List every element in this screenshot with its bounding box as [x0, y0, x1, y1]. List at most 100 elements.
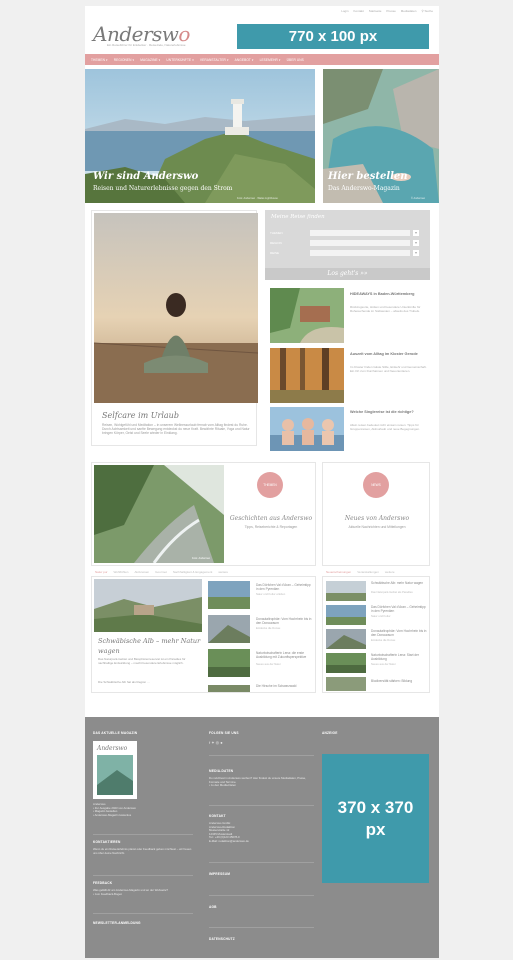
stories-card[interactable]: Foto: Anderswo THEMEN Geschichten aus An…	[91, 462, 316, 566]
feature-story-more[interactable]: Die Schwäbische Alb hat als Region …	[98, 680, 198, 684]
list-right-thumb-1[interactable]	[326, 581, 366, 601]
topnav-kontakt[interactable]: Kontakt	[354, 9, 364, 13]
list-left-title-2[interactable]: Donautaltrophäe: Vom Hochrhein bis in de…	[256, 617, 312, 625]
search-row-label: REISE	[270, 251, 280, 255]
page-container: Login Kontakt Startseite Presse Mediadat…	[85, 6, 439, 958]
list-left-thumb-4[interactable]	[208, 682, 250, 692]
footer-newsletter-heading[interactable]: NEWSLETTER-ANMELDUNG	[93, 921, 141, 925]
footer-magazine-text[interactable]: Anderswo • Zur Ausgabe 2023 von Anderswo…	[93, 802, 193, 817]
list-right-title-5[interactable]: Biodiversität stärken: Bildung	[371, 679, 427, 683]
search-themen-select[interactable]	[310, 230, 410, 236]
search-reise-select[interactable]	[310, 250, 410, 256]
topnav-start[interactable]: Startseite	[369, 9, 382, 13]
footer-datenschutz-link[interactable]: DATENSCHUTZ	[209, 937, 235, 941]
hero-left-lighthouse[interactable]: Wir sind Anderswo Reisen und Naturerlebn…	[85, 69, 315, 203]
list-left-sub-3: Neues aus der Natur	[256, 663, 281, 666]
list-image	[326, 605, 366, 625]
hero-left-credit: Foto: Anderswo · Wales Lighthouse	[237, 197, 278, 200]
tab-gourmet[interactable]: Gourmet	[155, 570, 167, 574]
nav-ueber-uns[interactable]: ÜBER UNS	[287, 58, 304, 62]
footer-agb-link[interactable]: AGB	[209, 905, 217, 909]
hero-right-magazine[interactable]: Hier bestellen Das Anderswo-Magazin © An…	[323, 69, 439, 203]
list-left-thumb-2[interactable]	[208, 615, 250, 643]
feature-story-image	[94, 579, 202, 632]
nav-regionen[interactable]: REGIONEN ▾	[114, 58, 135, 62]
list-right-title-1[interactable]: Schwäbische Alb: mehr Natur wagen	[371, 581, 427, 585]
tab-natur[interactable]: Natur pur	[95, 570, 108, 574]
trip-search-box: Meine Reise finden THEMEN ▾ REGION ▾ REI…	[265, 210, 430, 280]
chevron-down-icon[interactable]: ▾	[413, 230, 419, 236]
side-article-title-2[interactable]: Auszeit vom Alltag im Kloster Gerode	[350, 352, 430, 357]
chevron-down-icon[interactable]: ▾	[413, 240, 419, 246]
list-image	[326, 629, 366, 649]
footer-ad-heading: ANZEIGE	[322, 731, 338, 735]
list-left-sub-1: Natur und Kultur erleben	[256, 593, 286, 596]
tab-wohlfuehlen[interactable]: Wohlfühlen	[114, 570, 129, 574]
tab-aktivreisen[interactable]: Aktivreisen	[134, 570, 149, 574]
list-left-sub-2: Entdecke die Donau	[256, 627, 281, 630]
footer-divider	[209, 862, 314, 863]
search-row-reise[interactable]: REISE ▾	[270, 250, 425, 256]
tab-weitere-news[interactable]: weitere	[385, 570, 395, 574]
news-list-card: Schwäbische Alb: mehr Natur wagen Das Na…	[322, 576, 430, 693]
footer-impressum-link[interactable]: IMPRESSUM	[209, 872, 230, 876]
search-row-themen[interactable]: THEMEN ▾	[270, 230, 425, 236]
news-badge[interactable]: NEWS	[363, 472, 389, 498]
list-right-thumb-5[interactable]	[326, 677, 366, 691]
nav-lesemehr[interactable]: LESEMEHR ▾	[260, 58, 281, 62]
side-article-thumb-3[interactable]	[270, 407, 344, 451]
tab-nachhaltigkeit[interactable]: Nachhaltigkeit & Engagement	[173, 570, 213, 574]
list-right-thumb-4[interactable]	[326, 653, 366, 673]
nav-unterkuenfte[interactable]: UNTERKÜNFTE ▾	[166, 58, 194, 62]
tab-veranstaltungen[interactable]: Veranstaltungen	[357, 570, 379, 574]
footer-contact-heading: KONTAKTIEREN	[93, 840, 121, 844]
topnav-login[interactable]: Login	[341, 9, 348, 13]
topnav-mediadaten[interactable]: Mediadaten	[401, 9, 417, 13]
footer-divider	[93, 834, 193, 835]
list-left-title-3[interactable]: Naturbotschafterin Lena: die erste Ausbi…	[256, 651, 312, 659]
side-article-text-2: Im Kloster finden Gäste Stille, Einkehr …	[350, 365, 427, 373]
nav-themen[interactable]: THEMEN ▾	[91, 58, 108, 62]
magazine-cover[interactable]: Anderswo	[93, 741, 137, 799]
social-icons[interactable]: f ✦ ◎ ●	[209, 741, 223, 745]
side-article-thumb-1[interactable]	[270, 288, 344, 343]
site-footer: DAS AKTUELLE MAGAZIN Anderswo Anderswo •…	[85, 717, 439, 958]
top-ad-banner[interactable]: 770 x 100 px	[237, 24, 429, 49]
nav-veranstalter[interactable]: VERANSTALTER ▾	[200, 58, 229, 62]
news-card[interactable]: NEWS Neues von Anderswo Aktuelle Nachric…	[322, 462, 430, 566]
nav-angebot[interactable]: ANGEBOT ▾	[235, 58, 254, 62]
side-article-thumb-2[interactable]	[270, 348, 344, 403]
footer-ad-banner[interactable]: 370 x 370 px	[322, 754, 429, 883]
list-right-thumb-3[interactable]	[326, 629, 366, 649]
feature-story-card[interactable]: Schwäbische Alb – mehr Natur wagen Das N…	[91, 576, 316, 693]
tab-neuerscheinungen[interactable]: Neuerscheinungen	[326, 570, 351, 574]
side-article-title-1[interactable]: HIDEAWAYS in Baden-Württemberg	[350, 292, 430, 297]
topnav-presse[interactable]: Presse	[386, 9, 395, 13]
nav-magazine[interactable]: MAGAZINE ▾	[140, 58, 160, 62]
search-icon[interactable]: ⚲ Suche	[421, 9, 433, 13]
footer-divider	[209, 895, 314, 896]
main-article-card[interactable]: Selfcare im Urlaub Reisen, Wohlgefühl un…	[91, 210, 258, 446]
footer-media-text[interactable]: Du möchtest in Anderswo werben? Hier fin…	[209, 776, 314, 788]
hero-left-image	[85, 69, 315, 203]
list-right-thumb-2[interactable]	[326, 605, 366, 625]
footer-feedback-text[interactable]: Was gefällt dir am Anderswo-Magazin und …	[93, 888, 193, 896]
search-submit-button[interactable]: Los geht's »»	[265, 268, 430, 280]
forest-image	[270, 348, 344, 403]
stories-badge[interactable]: THEMEN	[257, 472, 283, 498]
list-left-thumb-3[interactable]	[208, 649, 250, 677]
list-left-title-4[interactable]: Die Hirsche im Schwarzwald	[256, 684, 312, 688]
list-left-title-1[interactable]: Das Dörfchen Val d’Aran – Geheimtipp in …	[256, 583, 312, 591]
list-right-title-2[interactable]: Das Dörfchen Val d’Aran – Geheimtipp in …	[371, 605, 427, 613]
search-row-region[interactable]: REGION ▾	[270, 240, 425, 246]
list-left-thumb-1[interactable]	[208, 581, 250, 609]
search-region-select[interactable]	[310, 240, 410, 246]
chevron-down-icon[interactable]: ▾	[413, 250, 419, 256]
tab-weitere[interactable]: weitere	[218, 570, 228, 574]
list-right-title-3[interactable]: Donautaltrophäe: Vom Hochrhein bis in de…	[371, 629, 427, 637]
top-utility-nav: Login Kontakt Startseite Presse Mediadat…	[341, 9, 433, 13]
list-right-title-4[interactable]: Naturbotschafterin Lena: Start der Ausbi…	[371, 653, 427, 661]
side-article-title-3[interactable]: Welche Singlereise ist die richtige?	[350, 410, 430, 415]
hero-right-credit: © Anderswo	[411, 197, 426, 200]
list-right-sub-3: Entdecke die Donau	[371, 639, 396, 642]
